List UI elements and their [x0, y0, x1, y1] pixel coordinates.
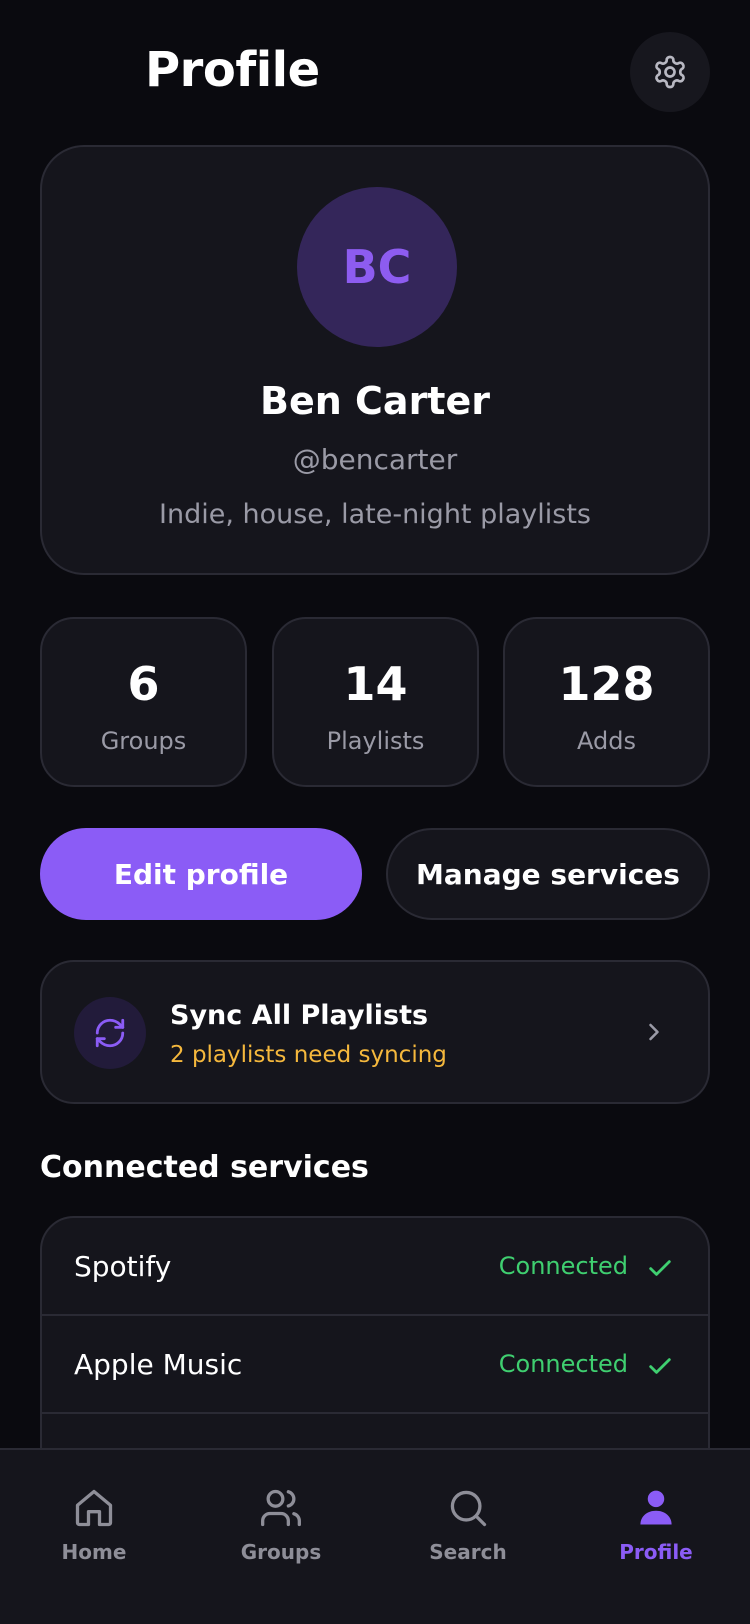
manage-services-button[interactable]: Manage services — [386, 828, 710, 920]
tab-groups[interactable]: Groups — [201, 1486, 361, 1564]
tab-home[interactable]: Home — [14, 1486, 174, 1564]
avatar[interactable]: BC — [297, 187, 457, 347]
check-icon — [649, 1260, 671, 1276]
stat-label: Adds — [577, 727, 636, 755]
profile-bio: Indie, house, late-night playlists — [159, 499, 591, 530]
home-icon — [75, 1489, 113, 1527]
search-icon — [450, 1490, 487, 1527]
sync-all-playlists-row[interactable]: Sync All Playlists 2 playlists need sync… — [40, 960, 710, 1104]
profile-handle: @bencarter — [292, 443, 458, 476]
service-row-apple-music[interactable]: Apple Music Connected — [42, 1316, 708, 1414]
profile-card: BC Ben Carter @bencarter Indie, house, l… — [40, 145, 710, 575]
stat-adds[interactable]: 128 Adds — [503, 617, 710, 787]
section-title: Connected services — [40, 1150, 369, 1185]
stat-playlists[interactable]: 14 Playlists — [272, 617, 479, 787]
tab-bar: Home Groups Search Profile — [0, 1448, 750, 1624]
tab-label: Profile — [619, 1540, 693, 1564]
check-icon — [649, 1358, 671, 1374]
settings-button[interactable] — [630, 32, 710, 112]
stat-groups[interactable]: 6 Groups — [40, 617, 247, 787]
stat-value: 14 — [343, 657, 408, 711]
page-title: Profile — [145, 42, 320, 98]
profile-icon — [640, 1490, 672, 1525]
tab-label: Groups — [240, 1540, 322, 1564]
edit-profile-button[interactable]: Edit profile — [40, 828, 362, 920]
tab-label: Search — [429, 1540, 507, 1564]
groups-icon — [261, 1489, 301, 1527]
profile-screen: Profile BC Ben Carter @bencarter Indie, … — [0, 0, 750, 1624]
avatar-initials: BC — [342, 240, 412, 294]
tab-label: Home — [61, 1540, 127, 1564]
stat-label: Groups — [100, 727, 187, 755]
stat-label: Playlists — [326, 727, 425, 755]
gear-icon — [655, 55, 685, 89]
service-status: Connected — [498, 1350, 628, 1378]
chevron-right-icon — [649, 1023, 659, 1041]
sync-title: Sync All Playlists — [170, 1000, 429, 1031]
tab-profile[interactable]: Profile — [576, 1486, 736, 1564]
service-status: Connected — [498, 1252, 628, 1280]
service-name: Apple Music — [74, 1348, 243, 1381]
service-row-spotify[interactable]: Spotify Connected — [42, 1218, 708, 1316]
stat-value: 6 — [127, 657, 160, 711]
tab-search[interactable]: Search — [388, 1486, 548, 1564]
stat-value: 128 — [558, 657, 655, 711]
service-name: Spotify — [74, 1250, 172, 1283]
profile-name: Ben Carter — [260, 379, 490, 423]
sync-subtitle: 2 playlists need syncing — [170, 1042, 447, 1068]
sync-icon — [74, 997, 146, 1069]
